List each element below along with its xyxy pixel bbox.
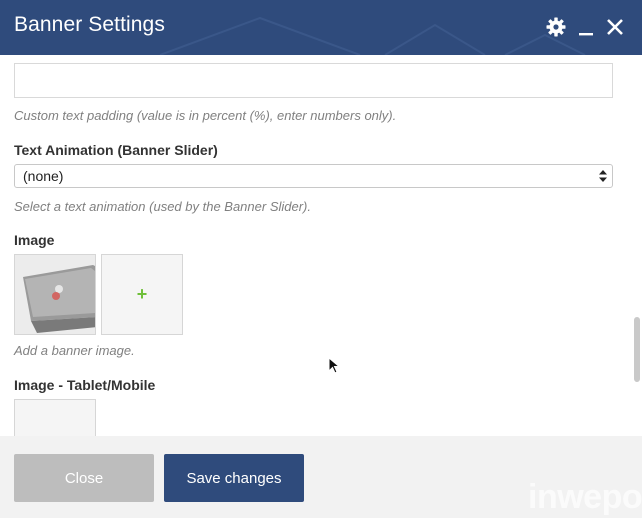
text-animation-help: Select a text animation (used by the Ban… [14, 199, 311, 214]
minimize-icon[interactable] [575, 15, 599, 39]
close-icon[interactable] [603, 15, 627, 39]
close-button[interactable]: Close [14, 454, 154, 502]
modal-header: Banner Settings [0, 0, 642, 55]
gear-icon[interactable] [544, 15, 568, 39]
text-padding-help: Custom text padding (value is in percent… [14, 108, 397, 123]
modal-footer: Close Save changes inwepo [0, 436, 642, 518]
modal-title: Banner Settings [14, 13, 165, 36]
modal-body: Custom text padding (value is in percent… [0, 55, 642, 436]
text-animation-selected: (none) [23, 168, 64, 184]
watermark-logo: inwepo [528, 478, 642, 516]
select-arrows-icon [599, 170, 607, 182]
banner-image-thumbnail[interactable] [14, 254, 96, 335]
text-padding-input[interactable] [14, 63, 613, 98]
plus-icon: + [136, 284, 148, 304]
image-help: Add a banner image. [14, 343, 135, 358]
image-label: Image [14, 232, 55, 248]
mobile-image-placeholder[interactable] [14, 399, 96, 436]
scrollbar[interactable] [634, 317, 640, 382]
save-changes-button[interactable]: Save changes [164, 454, 304, 502]
text-animation-select[interactable]: (none) [14, 164, 613, 188]
image-mobile-label: Image - Tablet/Mobile [14, 377, 156, 393]
text-animation-label: Text Animation (Banner Slider) [14, 142, 218, 158]
mouse-cursor-icon [328, 357, 340, 374]
laptop-image [15, 255, 95, 334]
add-image-button[interactable]: + [101, 254, 183, 335]
